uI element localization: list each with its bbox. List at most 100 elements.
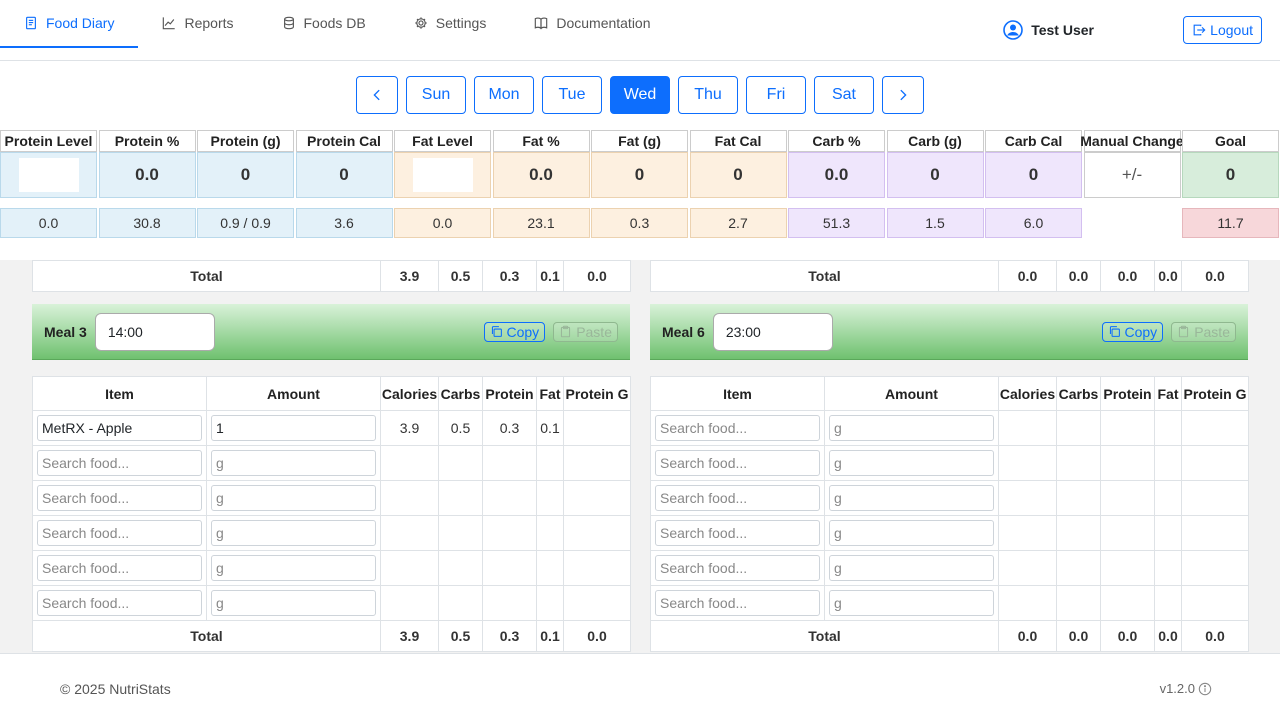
- meal-time-input[interactable]: 14:00: [94, 312, 215, 351]
- logout-button[interactable]: Logout: [1183, 16, 1262, 44]
- day-button-thu[interactable]: Thu: [678, 76, 738, 114]
- tab-food-diary[interactable]: Food Diary: [0, 0, 139, 48]
- food-search-input[interactable]: Search food...: [37, 485, 202, 511]
- amount-input[interactable]: g: [211, 555, 376, 581]
- day-button-sun[interactable]: Sun: [406, 76, 466, 114]
- copy-label: Copy: [506, 323, 540, 340]
- total-row: Total 0.0 0.0 0.0 0.0 0.0: [650, 620, 1249, 652]
- stat-protein-percent: Protein % 0.0 30.8: [98, 130, 196, 238]
- stat-sub: 0.0: [0, 208, 97, 238]
- stat-sub: 1.5: [886, 208, 984, 238]
- food-search-input[interactable]: Search food...: [655, 590, 820, 616]
- total-calories: 0.0: [998, 260, 1057, 292]
- logout-icon: [1192, 23, 1206, 37]
- copy-button[interactable]: Copy: [1101, 321, 1164, 342]
- stat-fat-cal: Fat Cal 0 2.7: [689, 130, 787, 238]
- tab-label: Settings: [435, 15, 487, 31]
- food-search-input[interactable]: Search food...: [655, 520, 820, 546]
- stat-label: Manual Change: [1080, 130, 1184, 152]
- table-row: Search food... g: [32, 585, 631, 621]
- amount-input[interactable]: g: [829, 415, 994, 441]
- tab-foods-db[interactable]: Foods DB: [258, 0, 390, 48]
- prev-week-button[interactable]: [356, 76, 398, 114]
- paste-label: Paste: [576, 323, 612, 340]
- nav-tabs: Food Diary Reports Foods DB Settings Doc…: [0, 0, 675, 48]
- food-search-input[interactable]: Search food...: [37, 555, 202, 581]
- meals-scroll-area[interactable]: Total 3.9 0.5 0.3 0.1 0.0 Meal 3 14:00 C…: [0, 260, 1280, 653]
- amount-input[interactable]: g: [829, 485, 994, 511]
- amount-input[interactable]: g: [211, 485, 376, 511]
- amount-input[interactable]: g: [211, 450, 376, 476]
- manual-change-input[interactable]: +/-: [1083, 152, 1181, 198]
- version-info[interactable]: v1.2.0: [1160, 681, 1212, 696]
- amount-input[interactable]: g: [829, 520, 994, 546]
- total-protein: 0.3: [482, 620, 537, 652]
- chevron-left-icon: [370, 88, 384, 102]
- day-button-mon[interactable]: Mon: [474, 76, 534, 114]
- stat-label: Protein (g): [197, 130, 294, 152]
- meal-time-input[interactable]: 23:00: [712, 312, 833, 351]
- copyright-text: © 2025 NutriStats: [60, 681, 171, 697]
- stat-label: Protein Level: [0, 130, 97, 152]
- food-search-input[interactable]: MetRX - Apple: [37, 415, 202, 441]
- amount-input[interactable]: g: [829, 450, 994, 476]
- food-search-input[interactable]: Search food...: [655, 450, 820, 476]
- tab-label: Documentation: [556, 15, 651, 31]
- stat-carb-percent: Carb % 0.0 51.3: [788, 130, 885, 238]
- meal-header: Meal 3 14:00 Copy Paste: [32, 304, 630, 360]
- amount-input[interactable]: g: [829, 555, 994, 581]
- copy-button[interactable]: Copy: [483, 321, 546, 342]
- paste-button[interactable]: Paste: [1171, 321, 1236, 342]
- total-calories: 3.9: [380, 260, 439, 292]
- col-calories: Calories: [998, 376, 1057, 411]
- stat-sub: 0.9 / 0.9: [197, 208, 294, 238]
- amount-input[interactable]: 1: [211, 415, 376, 441]
- tab-settings[interactable]: Settings: [390, 0, 511, 48]
- cell-carbs: 0.5: [438, 410, 483, 446]
- paste-label: Paste: [1194, 323, 1230, 340]
- total-fat: 0.1: [536, 620, 564, 652]
- tab-documentation[interactable]: Documentation: [510, 0, 674, 48]
- food-table: Item Amount Calories Carbs Protein Fat P…: [32, 376, 631, 652]
- stat-value: 0.0: [788, 152, 885, 198]
- amount-input[interactable]: g: [211, 590, 376, 616]
- day-button-fri[interactable]: Fri: [746, 76, 806, 114]
- stat-value: 0: [985, 152, 1082, 198]
- stat-protein-cal: Protein Cal 0 3.6: [295, 130, 393, 238]
- stat-sub: 51.3: [788, 208, 885, 238]
- table-row: Search food... g: [32, 550, 631, 586]
- clipboard-icon: [1177, 325, 1190, 338]
- next-week-button[interactable]: [882, 76, 924, 114]
- cell-protein: 0.3: [482, 410, 537, 446]
- total-carbs: 0.0: [1056, 620, 1101, 652]
- tab-label: Reports: [184, 15, 234, 31]
- stat-sub: 30.8: [98, 208, 196, 238]
- food-search-input[interactable]: Search food...: [37, 520, 202, 546]
- cell-calories: 3.9: [380, 410, 439, 446]
- stat-value: 0: [689, 152, 787, 198]
- total-protein-g: 0.0: [563, 620, 631, 652]
- meal-actions: Copy Paste: [483, 321, 618, 342]
- col-item: Item: [32, 376, 207, 411]
- stat-value: [394, 152, 491, 198]
- day-button-wed[interactable]: Wed: [610, 76, 670, 114]
- food-search-input[interactable]: Search food...: [37, 590, 202, 616]
- amount-input[interactable]: g: [829, 590, 994, 616]
- food-search-input[interactable]: Search food...: [655, 485, 820, 511]
- food-search-input[interactable]: Search food...: [37, 450, 202, 476]
- food-search-input[interactable]: Search food...: [655, 555, 820, 581]
- table-header-row: Item Amount Calories Carbs Protein Fat P…: [32, 376, 631, 411]
- food-search-input[interactable]: Search food...: [655, 415, 820, 441]
- amount-input[interactable]: g: [211, 520, 376, 546]
- stat-carb-cal: Carb Cal 0 6.0: [985, 130, 1082, 238]
- prev-meal-total-table: Total 0.0 0.0 0.0 0.0 0.0: [650, 260, 1249, 292]
- total-carbs: 0.5: [438, 260, 483, 292]
- top-navbar: Food Diary Reports Foods DB Settings Doc…: [0, 0, 1280, 61]
- stat-fat-grams: Fat (g) 0 0.3: [591, 130, 688, 238]
- tab-reports[interactable]: Reports: [138, 0, 257, 48]
- paste-button[interactable]: Paste: [553, 321, 618, 342]
- day-button-sat[interactable]: Sat: [814, 76, 874, 114]
- day-button-tue[interactable]: Tue: [542, 76, 602, 114]
- chevron-right-icon: [896, 88, 910, 102]
- footer: © 2025 NutriStats v1.2.0: [0, 653, 1280, 720]
